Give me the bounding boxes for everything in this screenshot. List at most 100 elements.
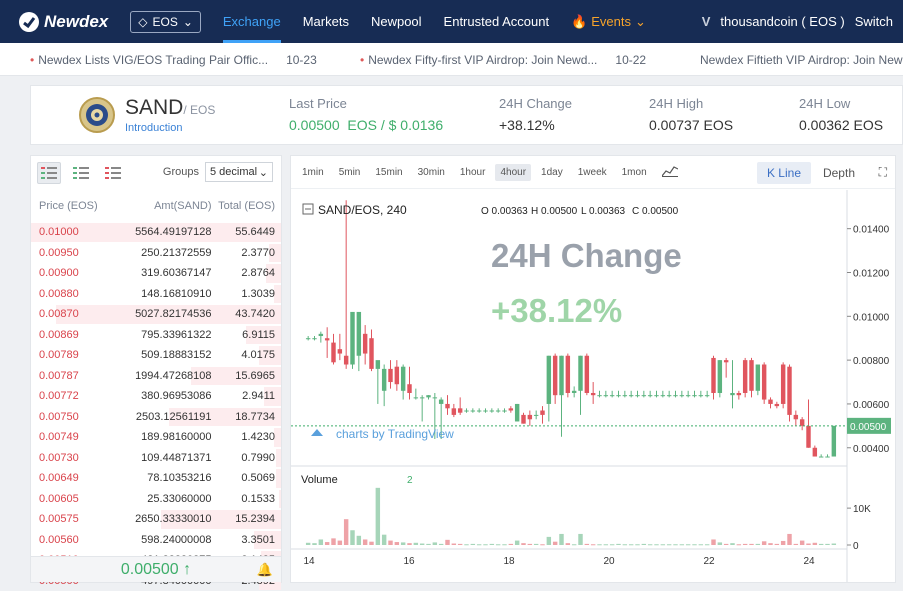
y-tick-label: 0.01000 (853, 312, 890, 323)
order-book-header: Price (EOS) Amt(SAND) Total (EOS) (31, 190, 281, 222)
order-book-row[interactable]: 0.00869795.339613226.9115 (31, 325, 281, 346)
interval-5min[interactable]: 5min (334, 164, 366, 181)
kline-tab[interactable]: K Line (757, 162, 811, 184)
groups-control: Groups 5 decimal⌄ (163, 162, 273, 182)
interval-30min[interactable]: 30min (413, 164, 450, 181)
interval-1mon[interactable]: 1mon (617, 164, 652, 181)
volume-bar (667, 544, 671, 545)
volume-bar (648, 544, 652, 545)
candle-body (331, 343, 335, 363)
volume-bar (813, 543, 817, 545)
volume-bar (521, 543, 525, 545)
candle-body (591, 393, 595, 395)
order-book-row[interactable]: 0.00772380.969530862.9411 (31, 386, 281, 407)
account-name[interactable]: thousandcoin ( EOS ) (720, 14, 844, 29)
order-book-row[interactable]: 0.0064978.103532160.5069 (31, 468, 281, 489)
interval-15min[interactable]: 15min (370, 164, 407, 181)
introduction-link[interactable]: Introduction (125, 122, 182, 134)
candle-body (800, 419, 804, 426)
order-book-row[interactable]: 0.00789509.188831524.0175 (31, 345, 281, 366)
volume-bar (350, 530, 354, 545)
x-tick-label: 18 (503, 556, 515, 567)
order-book-row[interactable]: 0.010005564.4919712855.6449 (31, 222, 281, 243)
nav-events[interactable]: 🔥 Events ⌄ (571, 0, 646, 43)
both-sides-view-icon[interactable] (37, 162, 61, 184)
volume-bar (673, 544, 677, 545)
switch-link[interactable]: Switch (855, 14, 893, 29)
order-book-row[interactable]: 0.0060525.330600000.1533 (31, 489, 281, 510)
candle-body (509, 408, 513, 410)
tradingview-watermark: charts by TradingView (336, 427, 454, 441)
nav-entrusted-account[interactable]: Entrusted Account (444, 0, 550, 43)
pair-title: SAND/ EOS (125, 96, 215, 120)
chevron-down-icon: ⌄ (635, 14, 646, 30)
volume-bar (692, 544, 696, 545)
nav-markets[interactable]: Markets (303, 0, 349, 43)
order-book-row[interactable]: 0.00749189.981600001.4230 (31, 427, 281, 448)
news-item[interactable]: Newdex Fiftieth VIP Airdrop: Join Newde (700, 53, 903, 67)
volume-tick-label: 0 (853, 541, 859, 552)
interval-4hour[interactable]: 4hour (495, 164, 531, 181)
volume-bar (756, 544, 760, 545)
order-book-row[interactable]: 0.00900319.603671472.8764 (31, 263, 281, 284)
order-book-row[interactable]: 0.008705027.8217453643.7420 (31, 304, 281, 325)
row-amount: 78.10353216 (118, 472, 211, 484)
volume-bar (585, 544, 589, 545)
indicators-icon[interactable] (657, 162, 683, 183)
x-tick-label: 14 (303, 556, 315, 567)
row-total: 15.2394 (212, 513, 275, 525)
interval-1min[interactable]: 1min (297, 164, 329, 181)
candle-body (724, 360, 728, 362)
interval-1week[interactable]: 1week (573, 164, 612, 181)
row-amount: 2503.12561191 (118, 411, 211, 423)
news-item[interactable]: •Newdex Lists VIG/EOS Trading Pair Offic… (30, 53, 317, 67)
volume-bar (705, 544, 709, 545)
last-price-unit: EOS / $ 0.0136 (347, 117, 443, 133)
row-amount: 148.16810910 (118, 288, 211, 300)
order-book-row[interactable]: 0.007502503.1256119118.7734 (31, 407, 281, 428)
candle-body (566, 356, 570, 393)
stat-label: Last Price (289, 96, 443, 111)
candle-body (692, 395, 696, 396)
depth-tab[interactable]: Depth (823, 166, 855, 180)
nav-newpool[interactable]: Newpool (371, 0, 422, 43)
volume-bar (426, 544, 430, 545)
bullet-icon: • (30, 53, 34, 67)
order-book-row[interactable]: 0.00880148.168109101.3039 (31, 284, 281, 305)
chart-panel: 1min 5min15min 30min 1hour4hour 1day 1week 1mo… (290, 155, 896, 583)
nav-events-label: Events (591, 14, 631, 29)
order-book-row[interactable]: 0.007871994.4726810815.6965 (31, 366, 281, 387)
asks-view-icon[interactable] (101, 162, 125, 184)
order-book: Groups 5 decimal⌄ Price (EOS) Amt(SAND) … (30, 155, 282, 583)
candle-body (597, 395, 601, 396)
volume-bar (325, 542, 329, 545)
order-book-row[interactable]: 0.00560598.240000083.3501 (31, 530, 281, 551)
news-item[interactable]: •Newdex Fifty-first VIP Airdrop: Join Ne… (360, 53, 646, 67)
candle-body (768, 400, 772, 404)
brand-logo[interactable]: Newdex (18, 11, 108, 33)
candle-body (414, 397, 418, 398)
volume-bar (825, 544, 829, 545)
order-book-row[interactable]: 0.005752650.3333001015.2394 (31, 509, 281, 530)
stat-24h-change: 24H Change +38.12% (499, 96, 572, 133)
groups-select[interactable]: 5 decimal⌄ (205, 162, 273, 182)
overlay-change-value: +38.12% (491, 292, 622, 329)
volume-bar (787, 534, 791, 545)
stat-value: 0.00500 EOS / $ 0.0136 (289, 117, 443, 133)
interval-1hour[interactable]: 1hour (455, 164, 491, 181)
candle-body (306, 338, 310, 339)
chain-select[interactable]: ◇ EOS ⌄ (130, 11, 201, 33)
bids-view-icon[interactable] (69, 162, 93, 184)
volume-bar (578, 534, 582, 545)
nav-exchange[interactable]: Exchange (223, 0, 281, 43)
bullet-icon: • (360, 53, 364, 67)
bell-icon[interactable]: 🔔 (257, 562, 273, 578)
volume-bar (433, 542, 437, 545)
top-navbar: Newdex ◇ EOS ⌄ Exchange Markets Newpool … (0, 0, 903, 43)
price-chart[interactable]: 0.014000.012000.010000.008000.006000.004… (291, 190, 895, 582)
interval-1day[interactable]: 1day (536, 164, 568, 181)
order-book-row[interactable]: 0.00730109.448713710.7990 (31, 448, 281, 469)
order-book-row[interactable]: 0.00950250.213725592.3770 (31, 243, 281, 264)
row-total: 0.5069 (212, 472, 275, 484)
fullscreen-icon[interactable]: ⛶ (879, 165, 887, 180)
